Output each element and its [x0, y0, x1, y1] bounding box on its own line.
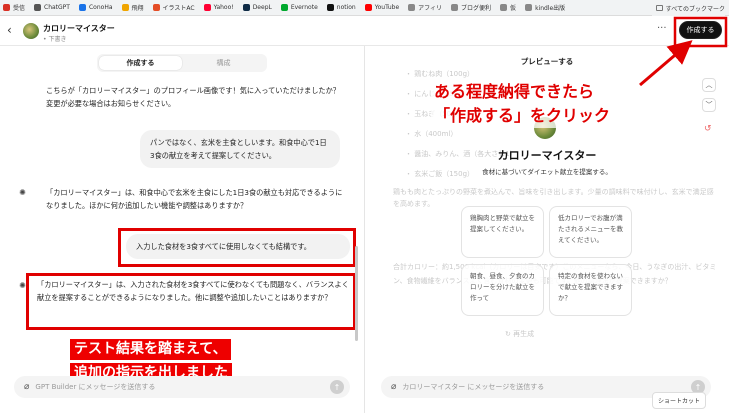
annotation-arrow: [639, 16, 728, 87]
